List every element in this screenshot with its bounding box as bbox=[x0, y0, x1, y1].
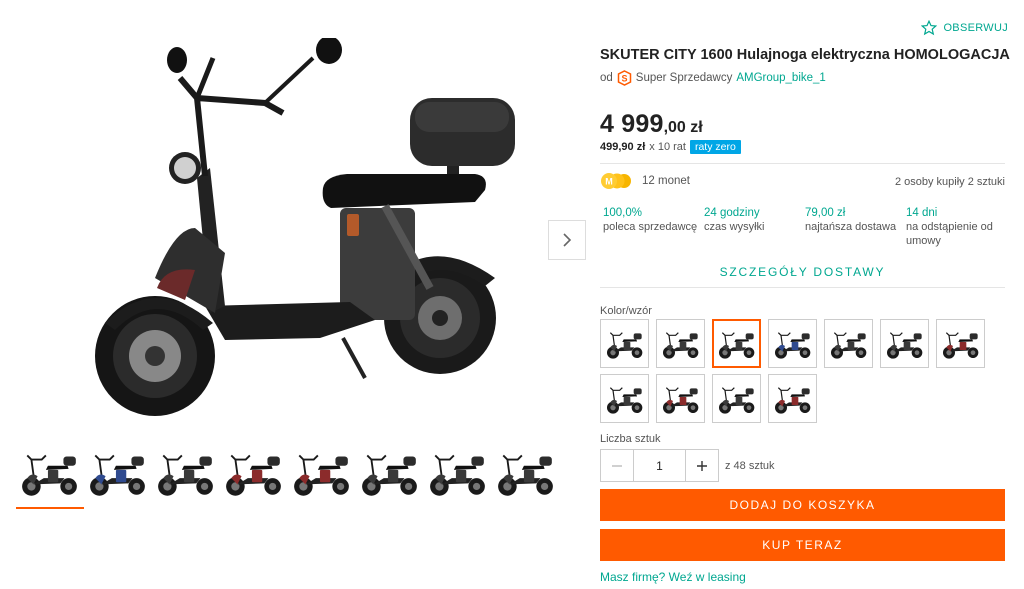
variant-swatch[interactable] bbox=[656, 319, 705, 368]
coins-info: M 12 monet bbox=[600, 172, 690, 190]
seller-info: od S Super Sprzedawcy AMGroup_bike_1 bbox=[600, 70, 826, 86]
installment-amount: 499,90 zł bbox=[600, 141, 646, 153]
coins-label: 12 monet bbox=[642, 175, 690, 187]
gallery-thumbnail[interactable] bbox=[492, 440, 560, 506]
quantity-label: Liczba sztuk bbox=[600, 433, 661, 445]
gallery-next-button[interactable] bbox=[548, 220, 586, 260]
variant-swatch[interactable] bbox=[656, 374, 705, 423]
follow-label: OBSERWUJ bbox=[943, 22, 1008, 34]
variant-label: Kolor/wzór bbox=[600, 305, 652, 317]
product-main-image[interactable] bbox=[85, 36, 515, 424]
super-seller-icon: S bbox=[617, 70, 632, 86]
price-main: 4 999 bbox=[600, 110, 664, 138]
seller-stat-label: poleca sprzedawcę bbox=[603, 221, 698, 233]
variant-swatch[interactable] bbox=[712, 374, 761, 423]
seller-stat-label: najtańsza dostawa bbox=[805, 221, 897, 233]
gallery-thumbnail[interactable] bbox=[220, 440, 288, 506]
increase-quantity-button[interactable] bbox=[686, 449, 719, 482]
gallery-thumbnail[interactable] bbox=[356, 440, 424, 506]
variant-swatch[interactable] bbox=[600, 319, 649, 368]
variant-swatch[interactable] bbox=[600, 374, 649, 423]
seller-stat-label: czas wysyłki bbox=[704, 221, 765, 233]
available-quantity: z 48 sztuk bbox=[725, 459, 775, 472]
delivery-details-link[interactable]: SZCZEGÓŁY DOSTAWY bbox=[600, 256, 1005, 288]
seller-stats: 100,0% poleca sprzedawcę 24 godziny czas wy… bbox=[603, 206, 1007, 248]
seller-stat: 14 dni na odstąpienie od umowy bbox=[906, 206, 1007, 248]
gallery-thumbnail[interactable] bbox=[152, 440, 220, 506]
seller-stat-value: 24 godziny bbox=[704, 207, 760, 219]
seller-stat-value: 79,00 zł bbox=[805, 207, 846, 219]
installment-count: x 10 rat bbox=[649, 141, 686, 153]
variant-swatch[interactable] bbox=[768, 319, 817, 368]
svg-text:M: M bbox=[605, 177, 613, 187]
installments: 499,90 zł x 10 rat raty zero bbox=[600, 140, 741, 154]
quantity-input[interactable] bbox=[633, 449, 686, 482]
seller-stat-value: 100,0% bbox=[603, 207, 643, 219]
star-icon bbox=[921, 20, 938, 36]
seller-stat-value: 14 dni bbox=[906, 207, 938, 219]
minus-icon bbox=[612, 464, 622, 467]
seller-prefix: od bbox=[600, 72, 613, 84]
variant-swatch[interactable] bbox=[936, 319, 985, 368]
price-cents: ,00 zł bbox=[663, 119, 703, 136]
seller-stat: 24 godziny czas wysyłki bbox=[704, 206, 805, 248]
leasing-link[interactable]: Masz firmę? Weź w leasing bbox=[600, 570, 746, 584]
follow-button[interactable]: OBSERWUJ bbox=[921, 20, 1008, 36]
plus-icon bbox=[697, 460, 707, 471]
price: 4 999,00 zł bbox=[600, 110, 703, 139]
gallery-thumbnail[interactable] bbox=[84, 440, 152, 506]
divider bbox=[600, 163, 1005, 164]
coins-icon: M bbox=[601, 173, 631, 189]
seller-link[interactable]: AMGroup_bike_1 bbox=[736, 72, 826, 84]
installment-badge[interactable]: raty zero bbox=[689, 140, 741, 154]
quantity-stepper: z 48 sztuk bbox=[600, 449, 775, 482]
bought-count: 2 osoby kupiły 2 sztuki bbox=[894, 176, 1005, 188]
variant-swatch[interactable] bbox=[712, 319, 761, 368]
decrease-quantity-button[interactable] bbox=[600, 449, 633, 482]
buy-now-button[interactable]: KUP TERAZ bbox=[600, 529, 1005, 561]
product-title: SKUTER CITY 1600 Hulajnoga elektryczna H… bbox=[600, 47, 1010, 63]
chevron-right-icon bbox=[563, 233, 572, 247]
add-to-cart-button[interactable]: DODAJ DO KOSZYKA bbox=[600, 489, 1005, 521]
seller-stat: 100,0% poleca sprzedawcę bbox=[603, 206, 704, 248]
svg-text:S: S bbox=[621, 74, 627, 84]
gallery-thumbnail[interactable] bbox=[16, 440, 84, 509]
seller-stat: 79,00 zł najtańsza dostawa bbox=[805, 206, 906, 248]
variant-swatches bbox=[600, 319, 1000, 423]
seller-stat-label: na odstąpienie od umowy bbox=[906, 221, 993, 247]
super-seller-label: Super Sprzedawcy bbox=[635, 72, 733, 84]
gallery-thumbnails bbox=[16, 440, 588, 510]
variant-swatch[interactable] bbox=[768, 374, 817, 423]
variant-swatch[interactable] bbox=[880, 319, 929, 368]
gallery-thumbnail[interactable] bbox=[424, 440, 492, 506]
variant-swatch[interactable] bbox=[824, 319, 873, 368]
gallery-thumbnail[interactable] bbox=[288, 440, 356, 506]
